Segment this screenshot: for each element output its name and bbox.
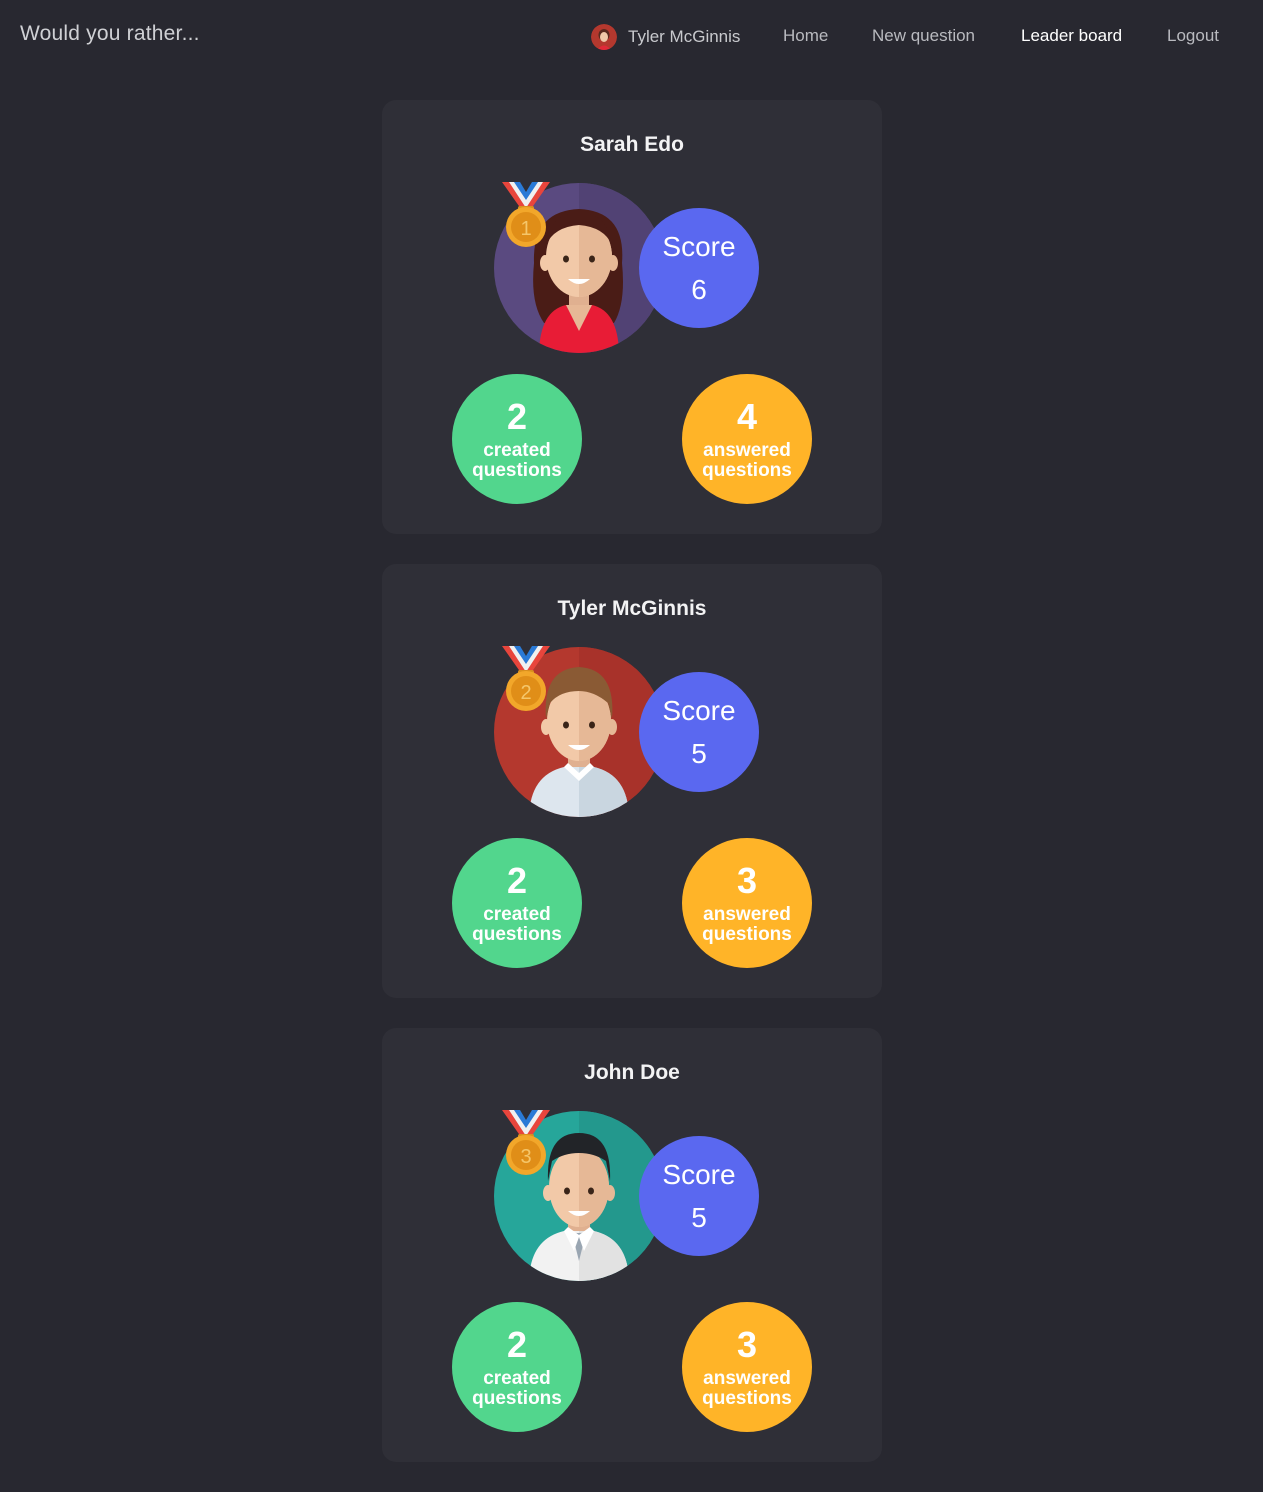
current-user: Tyler McGinnis xyxy=(591,24,740,50)
created-questions-badge: 2 created questions xyxy=(452,1302,582,1432)
answered-questions-badge: 4 answered questions xyxy=(682,374,812,504)
leaderboard-card: Tyler McGinnis 2 Score 5 2 created quest… xyxy=(382,564,882,998)
medal-rank: 2 xyxy=(520,682,531,704)
score-badge: Score 5 xyxy=(639,672,759,792)
score-badge: Score 6 xyxy=(639,208,759,328)
user-name-heading: Sarah Edo xyxy=(580,133,684,156)
leaderboard-card: Sarah Edo 1 Score 6 2 created questions … xyxy=(382,100,882,534)
user-name-heading: John Doe xyxy=(584,1061,680,1084)
score-label: Score xyxy=(662,695,736,726)
medal-rank: 3 xyxy=(520,1146,531,1168)
created-questions-badge: 2 created questions xyxy=(452,838,582,968)
user-name: Tyler McGinnis xyxy=(628,27,741,46)
user-avatar xyxy=(591,24,617,50)
navbar: Would you rather... Tyler McGinnis Home … xyxy=(0,0,1263,72)
score-value: 5 xyxy=(691,738,707,769)
created-count: 2 xyxy=(506,1324,528,1365)
medal-rank: 1 xyxy=(520,218,531,240)
leaderboard-card: John Doe 3 Score 5 2 created questions 3… xyxy=(382,1028,882,1462)
created-count: 2 xyxy=(506,860,528,901)
score-label: Score xyxy=(662,231,736,262)
medal-icon: 3 xyxy=(500,1110,552,1176)
created-label: created questions xyxy=(472,440,562,481)
created-label: created questions xyxy=(472,904,562,945)
score-value: 6 xyxy=(691,274,707,305)
answered-label: answered questions xyxy=(702,1368,792,1409)
answered-label: answered questions xyxy=(702,904,792,945)
answered-count: 4 xyxy=(736,396,758,437)
nav-link-leader-board[interactable]: Leader board xyxy=(1021,26,1122,46)
answered-questions-badge: 3 answered questions xyxy=(682,1302,812,1432)
score-label: Score xyxy=(662,1159,736,1190)
medal-icon: 1 xyxy=(500,182,552,248)
score-badge: Score 5 xyxy=(639,1136,759,1256)
medal-icon: 2 xyxy=(500,646,552,712)
answered-questions-badge: 3 answered questions xyxy=(682,838,812,968)
answered-count: 3 xyxy=(736,860,758,901)
answered-count: 3 xyxy=(736,1324,758,1365)
created-count: 2 xyxy=(506,396,528,437)
created-questions-badge: 2 created questions xyxy=(452,374,582,504)
created-label: created questions xyxy=(472,1368,562,1409)
nav-link-logout[interactable]: Logout xyxy=(1167,26,1219,46)
nav-links: Tyler McGinnis Home New question Leader … xyxy=(0,24,1263,54)
score-value: 5 xyxy=(691,1202,707,1233)
nav-link-new-question[interactable]: New question xyxy=(872,26,975,46)
answered-label: answered questions xyxy=(702,440,792,481)
user-name-heading: Tyler McGinnis xyxy=(557,597,707,620)
nav-link-home[interactable]: Home xyxy=(783,26,828,46)
